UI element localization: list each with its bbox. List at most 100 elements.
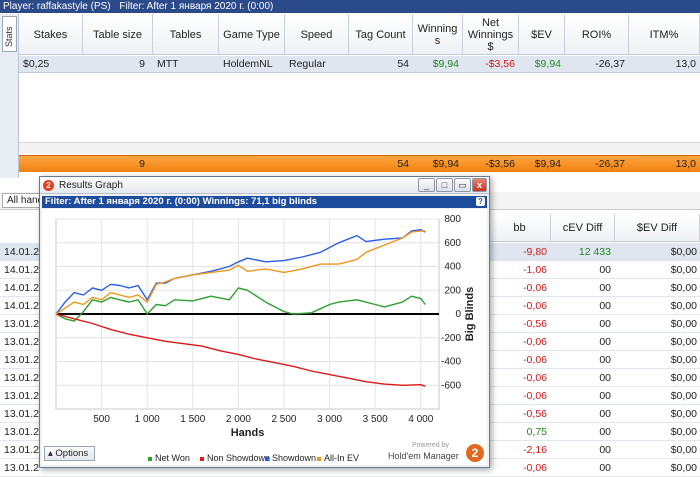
results-graph-window: 2 Results Graph _ □ ▭ x Filter: After 1 … — [39, 176, 490, 468]
cell-bb: -0,06 — [523, 300, 547, 312]
restore-button[interactable]: □ — [436, 178, 453, 192]
player-filter-bar: Player: raffakastyle (PS) Filter: After … — [0, 0, 700, 13]
help-icon[interactable]: ? — [476, 197, 485, 206]
total-winnings: $9,94 — [432, 158, 459, 170]
col-roi[interactable]: ROI% — [565, 14, 629, 55]
stats-grid-header: Stakes Table size Tables Game Type Speed… — [19, 14, 700, 55]
cell-date: 13.01.2 — [4, 372, 40, 384]
col-winnings[interactable]: Winnings — [413, 14, 463, 55]
y-tick-label: 800 — [444, 214, 461, 225]
player-label: Player: raffakastyle (PS) — [3, 1, 111, 12]
cell-bb: -1,06 — [523, 264, 547, 276]
cell-ev-diff: $0,00 — [670, 336, 697, 348]
cell-stakes: $0,25 — [23, 58, 50, 70]
cell-ev-diff: $0,00 — [670, 390, 697, 402]
cell-ev-diff: $0,00 — [670, 300, 697, 312]
cell-bb: -0,06 — [523, 282, 547, 294]
col-table-size[interactable]: Table size — [83, 14, 153, 55]
col-ev-diff[interactable]: $EV Diff — [615, 214, 700, 242]
col-game-type[interactable]: Game Type — [219, 14, 285, 55]
x-tick-label: 2 500 — [271, 414, 296, 425]
cell-date: 13.01.2 — [4, 444, 40, 456]
cell-table-size: 9 — [139, 58, 145, 70]
cell-bb: -0,06 — [523, 372, 547, 384]
options-button[interactable]: ▴ Options — [44, 446, 95, 461]
filter-label: Filter: After 1 января 2020 г. (0:00) — [119, 1, 274, 12]
col-itm[interactable]: ITM% — [629, 14, 700, 55]
legend-showdown-label: Showdown — [272, 453, 317, 463]
col-tables[interactable]: Tables — [153, 14, 219, 55]
legend-non-showdown: Non Showdown — [200, 453, 270, 463]
legend-all-in-ev: All-In EV — [317, 453, 359, 463]
cell-cev-diff: 00 — [599, 444, 611, 456]
cell-game-type: HoldemNL — [223, 58, 273, 70]
legend-showdown: Showdown — [265, 453, 316, 463]
cell-date: 13.01.2 — [4, 354, 40, 366]
x-tick-label: 3 000 — [317, 414, 342, 425]
legend-all-in-ev-label: All-In EV — [324, 453, 360, 463]
cell-ev-diff: $0,00 — [670, 426, 697, 438]
stats-tab[interactable]: Stats — [2, 16, 17, 52]
col-speed[interactable]: Speed — [285, 14, 349, 55]
y-tick-label: -200 — [441, 333, 461, 344]
col-cev-diff[interactable]: cEV Diff — [551, 214, 615, 242]
cell-cev-diff: 00 — [599, 282, 611, 294]
cell-date: 14.01.2 — [4, 282, 40, 294]
cell-bb: -0,06 — [523, 462, 547, 474]
table-row[interactable]: $0,25 9 MTT HoldemNL Regular 54 $9,94 -$… — [19, 56, 700, 73]
hm2-logo-icon: 2 — [43, 180, 54, 191]
total-ev: $9,94 — [534, 158, 561, 170]
col-stakes[interactable]: Stakes — [19, 14, 83, 55]
col-bb[interactable]: bb — [489, 214, 551, 242]
brand-name: Hold'em Manager — [388, 451, 459, 461]
hm2-badge-icon: 2 — [466, 444, 484, 462]
cell-ev-diff: $0,00 — [670, 354, 697, 366]
stats-side-panel: Stats — [0, 14, 19, 178]
maximize-button[interactable]: ▭ — [454, 178, 471, 192]
cell-cev-diff: 00 — [599, 372, 611, 384]
cell-ev-diff: $0,00 — [670, 318, 697, 330]
cell-date: 13.01.2 — [4, 408, 40, 420]
cell-cev-diff: 00 — [599, 354, 611, 366]
graph-window-title: Results Graph — [59, 180, 123, 191]
cell-cev-diff: 00 — [599, 264, 611, 276]
cell-bb: -2,16 — [523, 444, 547, 456]
hm2-brand: Powered by Hold'em Manager 2 — [388, 442, 484, 464]
cell-cev-diff: 00 — [599, 336, 611, 348]
y-tick-label: 200 — [444, 285, 461, 296]
results-chart: 500 1 000 1 500 2 000 2 500 3 000 3 500 4 000 -6… — [55, 214, 476, 439]
graph-body: 500 1 000 1 500 2 000 2 500 3 000 3 500 4 000 -6… — [42, 209, 487, 465]
powered-by-label: Powered by — [412, 442, 449, 449]
cell-ev-diff: $0,00 — [670, 282, 697, 294]
cell-bb: 0,75 — [526, 426, 547, 438]
cell-date: 14.01.2 — [4, 264, 40, 276]
x-tick-label: 1 500 — [180, 414, 205, 425]
cell-ev-diff: $0,00 — [670, 444, 697, 456]
cell-date: 13.01.2 — [4, 426, 40, 438]
x-tick-label: 1 000 — [135, 414, 160, 425]
graph-filter-text: Filter: After 1 января 2020 г. (0:00) Wi… — [45, 196, 318, 207]
legend-net-won: Net Won — [148, 453, 190, 463]
cell-ev-diff: $0,00 — [670, 462, 697, 474]
minimize-button[interactable]: _ — [418, 178, 435, 192]
total-roi: -26,37 — [595, 158, 625, 170]
legend-non-showdown-label: Non Showdown — [207, 453, 271, 463]
cell-bb: -0,06 — [523, 390, 547, 402]
close-button[interactable]: x — [472, 178, 487, 192]
options-label: Options — [55, 448, 89, 459]
col-tag-count[interactable]: Tag Count — [349, 14, 413, 55]
horizontal-scrollbar[interactable] — [19, 142, 700, 154]
total-table-size: 9 — [139, 158, 145, 170]
cell-speed: Regular — [289, 58, 326, 70]
cell-date: 13.01.2 — [4, 336, 40, 348]
cell-tables: MTT — [157, 58, 179, 70]
cell-tag-count: 54 — [397, 58, 409, 70]
cell-bb: -0,56 — [523, 408, 547, 420]
legend-net-won-label: Net Won — [155, 453, 190, 463]
graph-title-bar[interactable]: 2 Results Graph _ □ ▭ x — [40, 177, 489, 194]
stats-grid: Stakes Table size Tables Game Type Speed… — [19, 14, 700, 178]
col-net-winnings[interactable]: Net Winnings $ — [463, 14, 519, 55]
col-ev[interactable]: $EV — [519, 14, 565, 55]
x-axis-label: Hands — [231, 427, 265, 439]
cell-date: 14.01.2 — [4, 300, 40, 312]
